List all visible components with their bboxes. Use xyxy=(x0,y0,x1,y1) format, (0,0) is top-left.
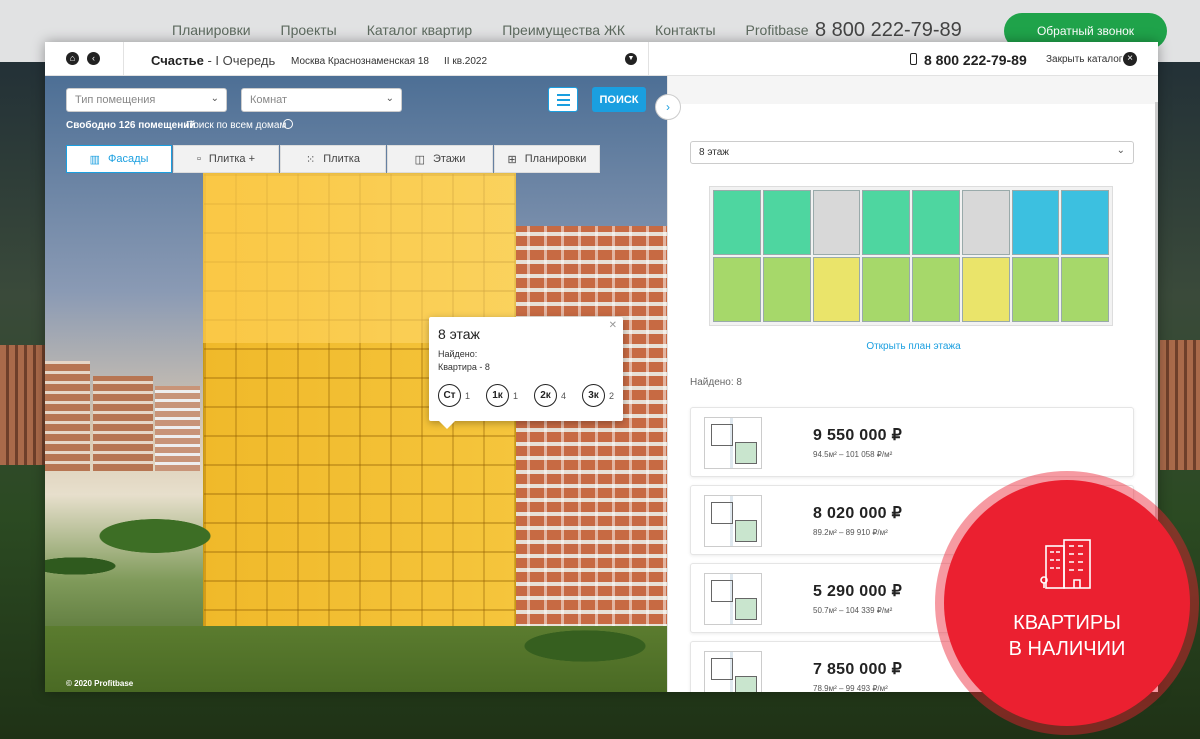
close-icon[interactable]: ✕ xyxy=(609,320,617,331)
room-count-1k[interactable]: 1к 1 xyxy=(486,384,530,407)
panel-topbar xyxy=(668,76,1158,104)
results-count: Найдено: 8 xyxy=(690,377,742,388)
phone-icon xyxy=(910,53,917,65)
chevron-down-icon: ⌄ xyxy=(1116,145,1125,156)
copyright: © 2020 Profitbase xyxy=(66,679,134,688)
chevron-right-icon[interactable]: › xyxy=(655,94,681,120)
search-all-houses-link[interactable]: Поиск по всем домам xyxy=(186,120,286,131)
nav-link[interactable]: Проекты xyxy=(281,22,337,38)
floor-select[interactable]: 8 этаж ⌄ xyxy=(690,141,1134,164)
listing-area: 94.5м² – 101 058 ₽/м² xyxy=(813,450,893,459)
free-count: Свободно 126 помещений xyxy=(66,120,196,131)
tab-layouts[interactable]: ⊞ Планировки xyxy=(494,145,600,173)
nav-link[interactable]: Profitbase xyxy=(746,22,809,38)
facade-icon: ▥ xyxy=(89,153,100,166)
completion-date: II кв.2022 xyxy=(444,56,488,67)
view-tabs: ▥ Фасады ▫ Плитка + ⁙ Плитка ◫ Этажи ⊞ Планир… xyxy=(66,145,600,173)
search-button[interactable]: ПОИСК xyxy=(592,87,646,112)
home-icon[interactable]: ⌂ xyxy=(66,52,79,65)
apartment-plan-thumbnail xyxy=(704,651,762,692)
listing-area: 50.7м² – 104 339 ₽/м² xyxy=(813,606,893,615)
listing-area: 89.2м² – 89 910 ₽/м² xyxy=(813,528,888,537)
header-phone[interactable]: 8 800 222-79-89 xyxy=(924,52,1027,68)
project-address: Москва Краснознаменская 18 xyxy=(291,56,429,67)
apartment-plan-thumbnail xyxy=(704,573,762,625)
room-count-studio[interactable]: Ст 1 xyxy=(438,384,482,407)
chevron-down-icon: ⌄ xyxy=(210,93,219,104)
badge-text: КВАРТИРЫ В НАЛИЧИИ xyxy=(1008,612,1126,660)
apartment-plan-thumbnail xyxy=(704,495,762,547)
tab-facades[interactable]: ▥ Фасады xyxy=(66,145,172,173)
layouts-icon: ⊞ xyxy=(507,153,517,166)
close-catalog-label[interactable]: Закрыть каталог xyxy=(1046,54,1122,65)
room-counts: Ст 1 1к 1 2к 4 3к 2 xyxy=(438,384,626,407)
room-count-3k[interactable]: 3к 2 xyxy=(582,384,626,407)
tiles-icon: ⁙ xyxy=(306,153,316,166)
popup-title: 8 этаж xyxy=(438,326,480,342)
chevron-down-icon[interactable]: ▼ xyxy=(625,53,637,65)
popup-found: Найдено: xyxy=(438,349,478,359)
site-phone[interactable]: 8 800 222-79-89 xyxy=(815,19,962,42)
listing-price: 5 290 000 ₽ xyxy=(813,583,903,600)
trees xyxy=(45,506,667,692)
tab-floors[interactable]: ◫ Этажи xyxy=(387,145,493,173)
listing-card[interactable]: 9 550 000 ₽ 94.5м² – 101 058 ₽/м² xyxy=(690,407,1134,477)
apartment-plan-thumbnail xyxy=(704,417,762,469)
chevron-down-icon: ⌄ xyxy=(385,93,394,104)
building-icon xyxy=(1040,539,1091,589)
tiles-plus-icon: ▫ xyxy=(196,153,201,165)
available-apartments-badge[interactable]: КВАРТИРЫ В НАЛИЧИИ xyxy=(944,480,1190,726)
catalog-header: ⌂ ‹ Счастье - I Очередь Москва Краснозна… xyxy=(45,42,1158,76)
listing-price: 9 550 000 ₽ xyxy=(813,427,903,444)
tab-tiles-plus[interactable]: ▫ Плитка + xyxy=(173,145,279,173)
filter-settings-button[interactable] xyxy=(548,87,578,112)
nav-link[interactable]: Каталог квартир xyxy=(367,22,472,38)
room-type-select[interactable]: Тип помещения ⌄ xyxy=(66,88,227,112)
nav-link[interactable]: Планировки xyxy=(172,22,251,38)
nav-link[interactable]: Контакты xyxy=(655,22,715,38)
site-nav-links: Планировки Проекты Каталог квартир Преим… xyxy=(172,22,809,38)
facade-view: Тип помещения ⌄ Комнат ⌄ ПОИСК Свободно 12… xyxy=(45,76,667,692)
floor-popup: 8 этаж ✕ Найдено: Квартира - 8 Ст 1 1к 1 2… xyxy=(429,317,626,429)
project-title: Счастье - I Очередь xyxy=(151,53,276,68)
listing-price: 8 020 000 ₽ xyxy=(813,505,903,522)
listing-price: 7 850 000 ₽ xyxy=(813,661,903,678)
popup-apartments: Квартира - 8 xyxy=(438,362,490,372)
floor-plan[interactable] xyxy=(709,186,1113,326)
back-icon[interactable]: ‹ xyxy=(87,52,100,65)
room-count-2k[interactable]: 2к 4 xyxy=(534,384,578,407)
open-floor-plan-link[interactable]: Открыть план этажа xyxy=(668,341,1158,352)
close-icon[interactable]: × xyxy=(1123,52,1137,66)
nav-link[interactable]: Преимущества ЖК xyxy=(502,22,625,38)
rooms-select[interactable]: Комнат ⌄ xyxy=(241,88,402,112)
search-icon[interactable] xyxy=(283,119,293,129)
floors-icon: ◫ xyxy=(414,153,425,166)
listing-area: 78.9м² – 99 493 ₽/м² xyxy=(813,684,888,692)
tab-tiles[interactable]: ⁙ Плитка xyxy=(280,145,386,173)
